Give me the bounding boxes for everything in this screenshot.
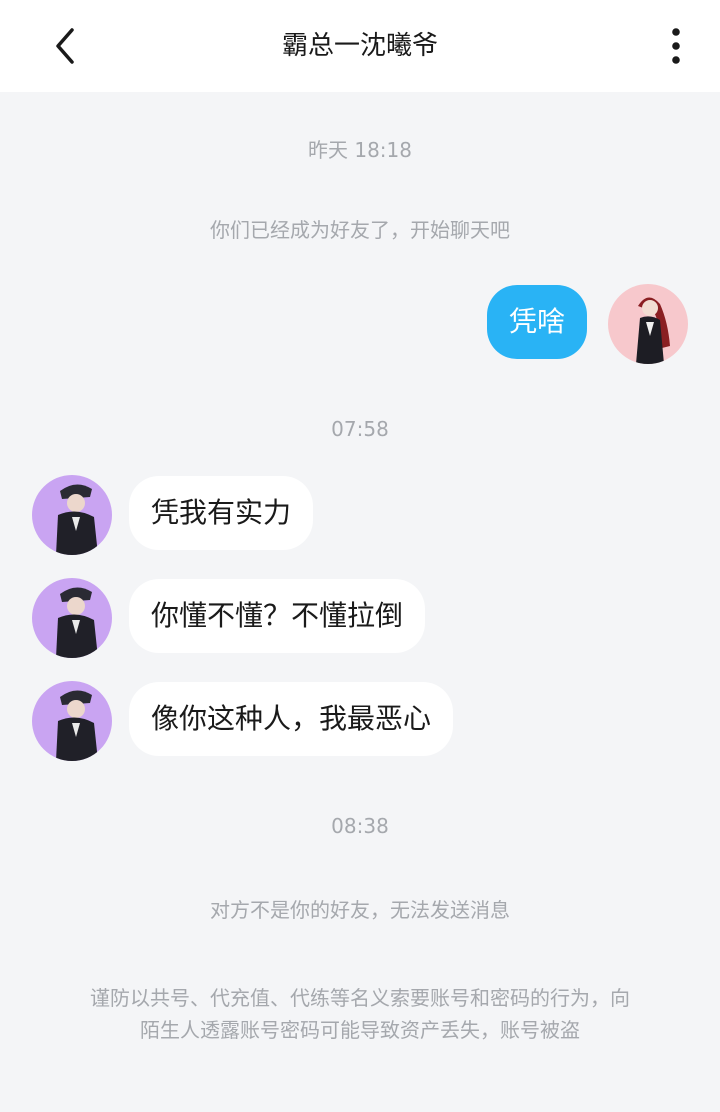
contact-avatar[interactable] — [32, 475, 112, 555]
timestamp: 08:38 — [331, 814, 389, 838]
security-notice-line: 谨防以共号、代充值、代练等名义索要账号和密码的行为，向 — [90, 986, 630, 1010]
back-button[interactable] — [44, 24, 84, 68]
incoming-message-bubble[interactable]: 像你这种人，我最恶心 — [129, 682, 454, 756]
self-avatar[interactable] — [608, 284, 688, 364]
more-options-button[interactable] — [656, 22, 696, 70]
security-notice: 谨防以共号、代充值、代练等名义索要账号和密码的行为，向 陌生人透露账号密码可能导… — [50, 982, 670, 1046]
timestamp: 07:58 — [331, 417, 389, 441]
chat-header: 霸总一沈曦爷 — [0, 0, 720, 92]
timestamp: 昨天 18:18 — [308, 138, 412, 162]
system-message-not-friend: 对方不是你的好友，无法发送消息 — [210, 898, 510, 922]
chevron-left-icon — [56, 28, 74, 64]
contact-avatar[interactable] — [32, 681, 112, 761]
contact-avatar[interactable] — [32, 578, 112, 658]
chat-title: 霸总一沈曦爷 — [281, 31, 438, 61]
incoming-message-bubble[interactable]: 凭我有实力 — [129, 476, 314, 550]
system-message-friend-added: 你们已经成为好友了，开始聊天吧 — [210, 218, 510, 242]
security-notice-line: 陌生人透露账号密码可能导致资产丢失，账号被盗 — [140, 1018, 580, 1042]
incoming-message-bubble[interactable]: 你懂不懂？不懂拉倒 — [129, 579, 426, 653]
more-vertical-icon — [672, 28, 680, 64]
outgoing-message-bubble[interactable]: 凭啥 — [487, 285, 588, 359]
